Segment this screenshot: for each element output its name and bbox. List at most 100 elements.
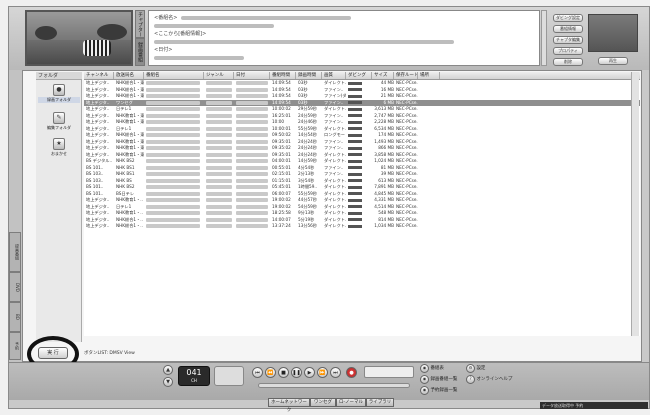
redacted-cell bbox=[146, 178, 200, 183]
table-cell-dur: 00:55:01 bbox=[272, 164, 291, 170]
table-row[interactable]: 地上デジタ.. NHK教育1・東.. 10:00 24分46秒 ファイン.. 2,228 … bbox=[84, 119, 640, 125]
table-row[interactable]: 地上デジタ.. NHK教育1・東.. 09:35:01 24分24秒 ファイン.. 1,4… bbox=[84, 139, 640, 145]
table-row[interactable]: 地上デジタ.. NHK教育1・.. 18:25:58 9分13秒 ダイレクト.. 548 … bbox=[84, 210, 640, 216]
redacted-cell bbox=[146, 191, 200, 196]
table-cell-dest: NEC-PCse.. bbox=[396, 184, 418, 189]
next-chapter-button[interactable]: ⏭ bbox=[330, 367, 341, 378]
record-button[interactable]: ● bbox=[346, 367, 357, 378]
program-info-button[interactable]: 番組情報 bbox=[553, 25, 583, 33]
nav-tab-home-network[interactable]: ホームネットワーク bbox=[268, 398, 310, 413]
delete-button[interactable]: 削除 bbox=[553, 58, 583, 66]
redacted-cell bbox=[146, 165, 200, 170]
table-row[interactable]: 地上デジタ.. NHK教育1・東.. 16:25:01 24分59秒 ファイン.. 2,7… bbox=[84, 113, 640, 119]
side-tab-dvd[interactable]: DVD bbox=[9, 272, 21, 302]
recorded-list-option[interactable]: ◉ 録画番組一覧 bbox=[420, 375, 457, 384]
table-row[interactable]: 地上デジタ.. NHK総合1・.. 13:37:24 13分56秒 ダイレクト.. 1,0… bbox=[84, 223, 640, 229]
prev-chapter-button[interactable]: ⏮ bbox=[252, 367, 263, 378]
channel-up-button[interactable]: ▲ bbox=[163, 365, 173, 375]
col-dubbing[interactable]: ダビング bbox=[346, 72, 372, 79]
col-size[interactable]: サイズ bbox=[372, 72, 394, 79]
chapter-edit-button[interactable]: チャプタ編集 bbox=[553, 36, 583, 44]
side-tab-reservation[interactable]: 予約 bbox=[9, 332, 21, 360]
table-row[interactable]: 地上デジタ.. ワンセグ 14:09:54 03秒 ファイン.. 6 MB NEC-PCse… bbox=[84, 99, 640, 106]
table-row[interactable]: 地上デジタ.. NHK教育1・.. 19:00:02 44分57秒 ダイレクト.. 4,3… bbox=[84, 197, 640, 203]
table-row[interactable]: 地上デジタ.. NHK教育1・東.. 09:35:02 24分24秒 ファイン.. 866… bbox=[84, 145, 640, 151]
preview-thumbnail[interactable] bbox=[25, 10, 133, 66]
table-row[interactable]: 地上デジタ.. NHK総合1・.. 14:00:07 5分19秒 ダイレクト.. 814 … bbox=[84, 217, 640, 223]
table-cell-q: ダイレクト.. bbox=[324, 210, 346, 215]
dubbing-indicator bbox=[346, 191, 372, 197]
nav-tab-normal[interactable]: ロ-ノーマル bbox=[336, 398, 366, 407]
table-row[interactable]: BS 101.. BS日テレ 06:00:07 55分59秒 ダイレクト.. 4,845 … bbox=[84, 191, 640, 197]
help-option[interactable]: ? オンラインヘルプ bbox=[466, 375, 512, 384]
rewind-button[interactable]: ⏪ bbox=[265, 367, 276, 378]
table-row[interactable]: BS デジタル.. NHK BS2 04:00:01 14分59秒 ダイレクト.. 1,0… bbox=[84, 158, 640, 164]
col-rec-time[interactable]: 録画時間 bbox=[296, 72, 322, 79]
table-row[interactable]: 地上デジタ.. NHK教育1・東.. 09:35:01 24分24秒 ダイレクト.. 3,… bbox=[84, 152, 640, 158]
folder-item-auto[interactable]: ★ おまかせ bbox=[38, 138, 80, 157]
nav-tab-oneseg[interactable]: ワンセグ bbox=[310, 398, 336, 407]
table-cell-dur: 10:00:02 bbox=[272, 106, 291, 111]
col-program[interactable]: 番組名 bbox=[144, 72, 204, 79]
redacted-cell bbox=[206, 126, 232, 131]
table-row[interactable]: 地上デジタ.. 日テレ1 19:00:02 54分59秒 ダイレクト.. 4,514 MB… bbox=[84, 204, 640, 210]
properties-button[interactable]: プロパティ bbox=[553, 47, 583, 55]
col-genre[interactable]: ジャンル bbox=[204, 72, 234, 79]
table-row[interactable]: 地上デジタ.. NHK総合1・東.. 14:09:54 03秒 ファイン.. 16 MB N… bbox=[84, 87, 640, 93]
redacted-cell bbox=[206, 185, 232, 189]
dubbing-indicator bbox=[346, 93, 372, 99]
tv-guide-option[interactable]: ◉ 番組表 bbox=[420, 364, 444, 373]
table-cell-ch: 地上デジタ.. bbox=[86, 210, 110, 215]
table-row[interactable]: BS 101.. NHK BS1 00:55:01 4分54秒 ファイン.. 81 MB N… bbox=[84, 165, 640, 171]
col-date[interactable]: 日付 bbox=[234, 72, 270, 79]
reservation-list-option[interactable]: ◉ 予約録画一覧 bbox=[420, 386, 457, 395]
side-tab-recorded[interactable]: 録画番組 bbox=[9, 232, 21, 272]
folder-item-edit[interactable]: ✎ 編集フォルダ bbox=[38, 112, 80, 131]
col-location[interactable]: 場所 bbox=[418, 72, 440, 79]
pause-button[interactable]: ❚❚ bbox=[291, 367, 302, 378]
table-row[interactable]: BS 103.. NHK BS1 02:15:01 2分13秒 ファイン.. 39 MB N… bbox=[84, 171, 640, 177]
table-cell-dur: 09:35:01 bbox=[272, 138, 291, 144]
play-control-button[interactable]: ▶ bbox=[304, 367, 315, 378]
table-scrollbar[interactable] bbox=[631, 72, 639, 336]
redacted-cell bbox=[236, 165, 268, 170]
table-cell-dest: NEC-PCse.. bbox=[396, 190, 418, 196]
table-cell-dur: 02:15:01 bbox=[272, 171, 291, 176]
tab-chapter[interactable]: チャプター bbox=[135, 10, 145, 38]
settings-option[interactable]: ⚙ 設定 bbox=[466, 364, 485, 373]
info-scrollbar[interactable] bbox=[541, 10, 547, 66]
table-cell-rec: 55分59秒 bbox=[298, 190, 318, 196]
channel-down-button[interactable]: ▼ bbox=[163, 377, 173, 387]
col-quality[interactable]: 画質 bbox=[322, 72, 346, 79]
stop-button[interactable]: ■ bbox=[278, 367, 289, 378]
side-tab-bd[interactable]: BD bbox=[9, 302, 21, 332]
dubbing-settings-button[interactable]: ダビング設定 bbox=[553, 14, 583, 22]
redacted-cell bbox=[236, 120, 268, 124]
volume-panel[interactable] bbox=[214, 366, 244, 386]
table-row[interactable]: 地上デジタ.. NHK総合1・東.. 14:09:54 03秒 ファイン(ダ.. 21 M… bbox=[84, 93, 640, 99]
redacted-cell bbox=[236, 133, 268, 137]
table-cell-ch: BS 103.. bbox=[86, 177, 104, 183]
table-cell-station: NHK教育1・.. bbox=[116, 197, 143, 202]
help-icon: ? bbox=[466, 375, 475, 384]
table-row[interactable]: 地上デジタ.. NHK総合1・東.. 14:09:54 03秒 ダイレクト.. 44 MB… bbox=[84, 80, 640, 86]
table-cell-q: ダイレクト.. bbox=[324, 190, 346, 196]
table-row[interactable]: 地上デジタ.. 日テレ1 10:00:02 29分59秒 ダイレクト.. 3,613 MB… bbox=[84, 106, 640, 112]
col-dest[interactable]: 保存ルート bbox=[394, 72, 418, 79]
table-row[interactable]: BS 101.. NHK BS2 05:45:01 1時間59.. ダイレクト.. 7,8… bbox=[84, 184, 640, 190]
folder-item-recording[interactable]: ● 録画フォルダ bbox=[38, 84, 80, 103]
table-row[interactable]: 地上デジタ.. 日テレ1 10:00:01 55分59秒 ダイレクト.. 6,534 MB… bbox=[84, 126, 640, 132]
nav-tab-library[interactable]: ライブラリ bbox=[366, 398, 394, 407]
seek-slider[interactable] bbox=[258, 383, 410, 388]
play-button[interactable]: 再生 bbox=[598, 57, 628, 65]
table-row[interactable]: 地上デジタ.. NHK総合1・東.. 09:50:02 14分54秒 ロングモード 174… bbox=[84, 132, 640, 138]
col-channel[interactable]: チャンネル bbox=[84, 72, 114, 79]
table-cell-ch: 地上デジタ.. bbox=[86, 112, 110, 118]
forward-button[interactable]: ⏩ bbox=[317, 367, 328, 378]
table-cell-size: 2,228 MB bbox=[374, 119, 394, 124]
table-row[interactable]: BS 103.. NHK BS 01:15:01 3分54秒 ダイレクト.. 613 MB… bbox=[84, 178, 640, 184]
col-station[interactable]: 放送局名 bbox=[114, 72, 144, 79]
col-program-time[interactable]: 番組時間 bbox=[270, 72, 296, 79]
tab-recorded[interactable]: 録画番組 bbox=[135, 38, 145, 66]
table-cell-q: ダイレクト.. bbox=[324, 158, 346, 163]
